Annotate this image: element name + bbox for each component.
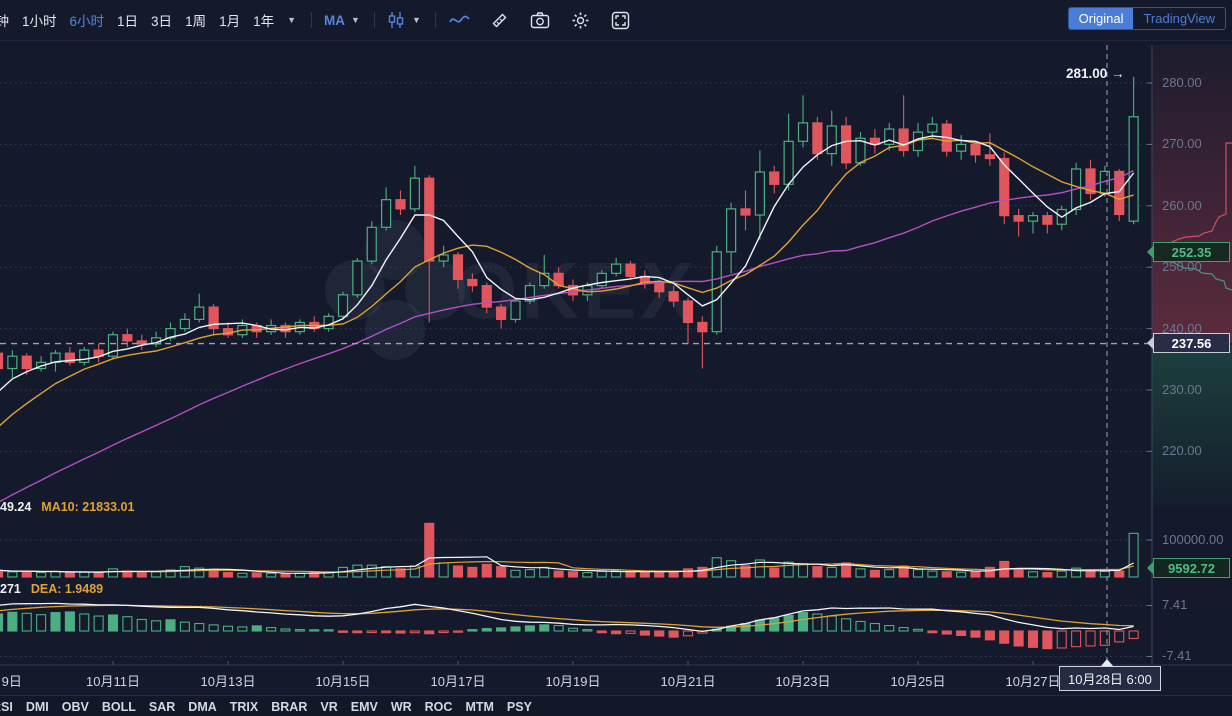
timeframe-5[interactable]: 3日 [151,10,172,30]
timeframe-4[interactable]: 1日 [117,10,138,30]
ruler-icon [490,11,509,30]
settings-icon [571,11,590,30]
date-axis-label: 10月9日 [0,671,22,690]
date-axis-label: 10月27日 [1006,671,1061,690]
chart-type-candle-icon [387,11,405,29]
indicator-tab-dmi[interactable]: DMI [26,700,49,714]
main-chart[interactable]: OKEX [0,40,1232,716]
crosshair-price-tag: 237.56 [1153,333,1230,353]
candles-layer [0,77,1138,381]
volume-ma10-value: MA10: 21833.01 [41,500,134,514]
macd-dif-value: 271 [0,582,21,596]
indicator-tab-roc[interactable]: ROC [425,700,453,714]
chart-type-dropdown[interactable]: ▼ [387,11,421,29]
camera-icon [530,11,550,29]
timeframe-1[interactable]: 分钟 [0,10,9,30]
crosshair-date-tooltip: 10月28日 6:00 [1059,666,1161,691]
current-volume-tag: 9592.72 [1153,558,1230,578]
chart-type-caret-icon: ▼ [412,15,421,25]
fullscreen-icon [611,11,630,30]
indicator-tab-mtm[interactable]: MTM [465,700,493,714]
indicator-tab-obv[interactable]: OBV [62,700,89,714]
toolbar-divider [374,12,375,28]
ma-caret-icon: ▼ [351,15,360,25]
timeframe-7[interactable]: 1月 [219,10,240,30]
timeframe-6[interactable]: 1周 [185,10,206,30]
view-toggle: Original TradingView [1068,7,1226,30]
timeframe-dropdown-caret-icon[interactable]: ▼ [287,15,296,25]
toolbar-divider [311,12,312,28]
indicator-tab-dma[interactable]: DMA [188,700,216,714]
timeframe-8[interactable]: 1年 [253,10,274,30]
timeframe-2[interactable]: 1小时 [22,10,57,30]
view-toggle-tradingview[interactable]: TradingView [1133,8,1225,29]
screenshot-button[interactable] [530,11,550,29]
date-axis-label: 10月25日 [891,671,946,690]
indicator-tab-bar: RSI DMI OBV BOLL SAR DMA TRIX BRAR VR EMV WR ROC MTM… [0,695,1232,716]
last-price-tag: 252.35 [1153,242,1230,262]
line-chart-icon [448,11,470,29]
timeframe-group: 分钟 1小时 6小时 1日 3日 1周 1月 1年 [0,10,287,30]
macd-pane-label: 271 DEA: 1.9489 [0,582,103,596]
date-axis-label: 10月17日 [431,671,486,690]
indicator-tab-trix[interactable]: TRIX [230,700,258,714]
indicator-tab-boll[interactable]: BOLL [102,700,136,714]
toolbar-divider [435,12,436,28]
macd-dea-value: DEA: 1.9489 [31,582,103,596]
ma-label: MA [324,13,345,28]
view-toggle-original[interactable]: Original [1069,8,1134,29]
settings-button[interactable] [571,11,590,30]
ma-indicator-dropdown[interactable]: MA ▼ [324,13,360,28]
date-axis-label: 10月21日 [661,671,716,690]
macd-layer [0,612,1138,649]
okex-watermark: OKEX [325,220,698,360]
toolbar: 分钟 1小时 6小时 1日 3日 1周 1月 1年 ▼ MA ▼ ▼ [0,0,1232,41]
indicator-tab-sar[interactable]: SAR [149,700,175,714]
high-price-annotation: 281.00 → [1066,66,1125,81]
date-axis-label: 10月19日 [546,671,601,690]
drawing-tools-button[interactable] [490,11,509,30]
indicator-tab-psy[interactable]: PSY [507,700,532,714]
line-chart-button[interactable] [448,11,470,29]
date-axis-label: 10月23日 [776,671,831,690]
indicator-tab-vr[interactable]: VR [320,700,337,714]
indicator-tab-rsi[interactable]: RSI [0,700,13,714]
indicator-tab-brar[interactable]: BRAR [271,700,307,714]
crosshair-axis-arrow-icon [1101,659,1113,666]
fullscreen-button[interactable] [611,11,630,30]
volume-pane-label: 49.24 MA10: 21833.01 [0,500,134,514]
indicator-tab-wr[interactable]: WR [391,700,412,714]
indicator-tab-emv[interactable]: EMV [351,700,378,714]
date-axis-label: 10月15日 [316,671,371,690]
date-axis-label: 10月11日 [86,671,140,690]
trading-app: 分钟 1小时 6小时 1日 3日 1周 1月 1年 ▼ MA ▼ ▼ [0,0,1232,716]
date-axis-label: 10月13日 [201,671,256,690]
volume-ma5-value: 49.24 [0,500,31,514]
timeframe-3[interactable]: 6小时 [70,10,105,30]
